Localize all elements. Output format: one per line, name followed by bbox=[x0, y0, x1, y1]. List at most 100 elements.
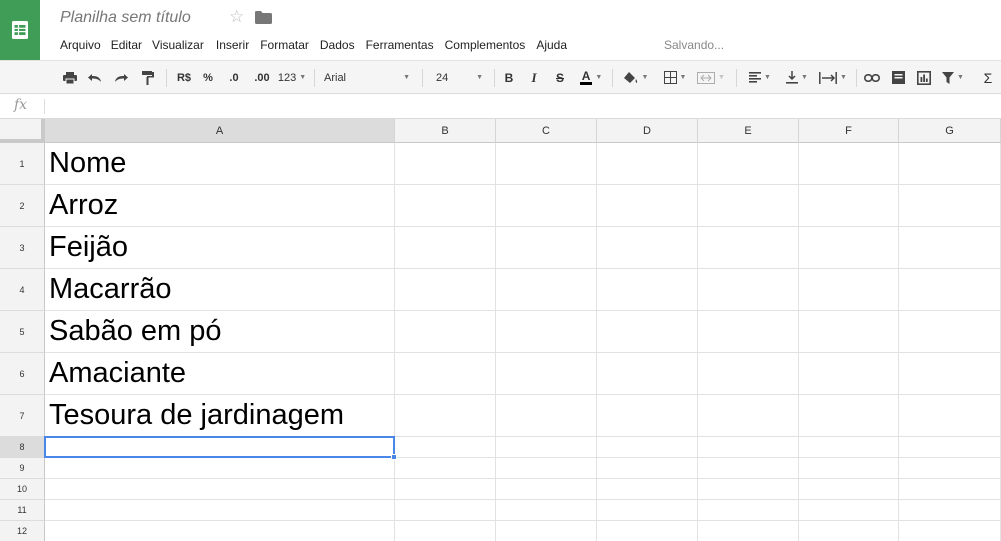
cell-b10[interactable] bbox=[395, 479, 496, 500]
print-icon[interactable] bbox=[60, 61, 80, 94]
cell-a4[interactable]: Macarrão bbox=[45, 269, 395, 311]
cell-d4[interactable] bbox=[597, 269, 698, 311]
cell-g12[interactable] bbox=[899, 521, 1001, 541]
cell-b1[interactable] bbox=[395, 143, 496, 185]
cell-d7[interactable] bbox=[597, 395, 698, 437]
cell-a2[interactable]: Arroz bbox=[45, 185, 395, 227]
cell-f2[interactable] bbox=[799, 185, 899, 227]
borders-button[interactable]: ▼ bbox=[659, 61, 691, 94]
cell-a3[interactable]: Feijão bbox=[45, 227, 395, 269]
cell-a12[interactable] bbox=[45, 521, 395, 541]
column-header-f[interactable]: F bbox=[799, 119, 899, 143]
fill-handle[interactable] bbox=[391, 454, 397, 460]
cell-b9[interactable] bbox=[395, 458, 496, 479]
column-header-c[interactable]: C bbox=[496, 119, 597, 143]
cell-d9[interactable] bbox=[597, 458, 698, 479]
cell-d3[interactable] bbox=[597, 227, 698, 269]
cell-b2[interactable] bbox=[395, 185, 496, 227]
horizontal-align-button[interactable]: ▼ bbox=[743, 61, 777, 94]
cell-a10[interactable] bbox=[45, 479, 395, 500]
italic-button[interactable]: I bbox=[526, 61, 542, 94]
menu-complementos[interactable]: Complementos bbox=[445, 37, 526, 53]
row-header-6[interactable]: 6 bbox=[0, 353, 45, 395]
redo-icon[interactable] bbox=[111, 61, 131, 94]
text-color-button[interactable]: A ▼ bbox=[575, 61, 607, 94]
cell-e10[interactable] bbox=[698, 479, 799, 500]
increase-decimal-button[interactable]: .00 bbox=[250, 61, 274, 94]
row-header-4[interactable]: 4 bbox=[0, 269, 45, 311]
cell-c7[interactable] bbox=[496, 395, 597, 437]
cell-f9[interactable] bbox=[799, 458, 899, 479]
cell-g4[interactable] bbox=[899, 269, 1001, 311]
cell-b4[interactable] bbox=[395, 269, 496, 311]
row-header-2[interactable]: 2 bbox=[0, 185, 45, 227]
cell-f11[interactable] bbox=[799, 500, 899, 521]
cell-g1[interactable] bbox=[899, 143, 1001, 185]
cell-e1[interactable] bbox=[698, 143, 799, 185]
cell-g8[interactable] bbox=[899, 437, 1001, 458]
cell-f6[interactable] bbox=[799, 353, 899, 395]
cell-c2[interactable] bbox=[496, 185, 597, 227]
cell-b5[interactable] bbox=[395, 311, 496, 353]
document-title[interactable]: Planilha sem título bbox=[60, 9, 191, 27]
cell-b12[interactable] bbox=[395, 521, 496, 541]
cell-f8[interactable] bbox=[799, 437, 899, 458]
cell-c6[interactable] bbox=[496, 353, 597, 395]
cell-f4[interactable] bbox=[799, 269, 899, 311]
cell-a11[interactable] bbox=[45, 500, 395, 521]
row-header-9[interactable]: 9 bbox=[0, 458, 45, 479]
cell-c12[interactable] bbox=[496, 521, 597, 541]
cell-f10[interactable] bbox=[799, 479, 899, 500]
insert-comment-icon[interactable] bbox=[888, 61, 908, 94]
cell-b7[interactable] bbox=[395, 395, 496, 437]
cell-b11[interactable] bbox=[395, 500, 496, 521]
currency-format-button[interactable]: R$ bbox=[174, 61, 194, 94]
undo-icon[interactable] bbox=[85, 61, 105, 94]
cell-g3[interactable] bbox=[899, 227, 1001, 269]
percent-format-button[interactable]: % bbox=[200, 61, 216, 94]
cell-e5[interactable] bbox=[698, 311, 799, 353]
cell-c3[interactable] bbox=[496, 227, 597, 269]
cell-d10[interactable] bbox=[597, 479, 698, 500]
cell-a7[interactable]: Tesoura de jardinagem bbox=[45, 395, 395, 437]
cell-d12[interactable] bbox=[597, 521, 698, 541]
row-header-8[interactable]: 8 bbox=[0, 437, 45, 458]
text-wrapping-button[interactable]: ▼ bbox=[815, 61, 851, 94]
cell-b6[interactable] bbox=[395, 353, 496, 395]
cell-c1[interactable] bbox=[496, 143, 597, 185]
cell-g2[interactable] bbox=[899, 185, 1001, 227]
cell-f7[interactable] bbox=[799, 395, 899, 437]
cell-c8[interactable] bbox=[496, 437, 597, 458]
fill-color-button[interactable]: ▼ bbox=[620, 61, 652, 94]
cell-c11[interactable] bbox=[496, 500, 597, 521]
more-formats-dropdown[interactable]: 123 ▼ bbox=[276, 61, 308, 94]
cell-e12[interactable] bbox=[698, 521, 799, 541]
cell-c9[interactable] bbox=[496, 458, 597, 479]
star-icon[interactable]: ☆ bbox=[229, 8, 244, 25]
menu-arquivo[interactable]: Arquivo bbox=[60, 37, 101, 53]
column-header-d[interactable]: D bbox=[597, 119, 698, 143]
menu-editar[interactable]: Editar bbox=[111, 37, 142, 53]
functions-button[interactable]: Σ bbox=[978, 61, 998, 94]
cell-e7[interactable] bbox=[698, 395, 799, 437]
decrease-decimal-button[interactable]: .0 bbox=[223, 61, 245, 94]
cell-d1[interactable] bbox=[597, 143, 698, 185]
font-size-select[interactable]: 24 ▼ bbox=[436, 61, 488, 94]
cell-g9[interactable] bbox=[899, 458, 1001, 479]
cell-a5[interactable]: Sabão em pó bbox=[45, 311, 395, 353]
row-header-11[interactable]: 11 bbox=[0, 500, 45, 521]
cell-g6[interactable] bbox=[899, 353, 1001, 395]
cell-g7[interactable] bbox=[899, 395, 1001, 437]
column-header-b[interactable]: B bbox=[395, 119, 496, 143]
cell-e9[interactable] bbox=[698, 458, 799, 479]
row-header-1[interactable]: 1 bbox=[0, 143, 45, 185]
vertical-align-button[interactable]: ▼ bbox=[780, 61, 814, 94]
cell-d2[interactable] bbox=[597, 185, 698, 227]
paint-format-icon[interactable] bbox=[138, 61, 158, 94]
menu-ajuda[interactable]: Ajuda bbox=[536, 37, 567, 53]
row-header-12[interactable]: 12 bbox=[0, 521, 45, 541]
cell-d8[interactable] bbox=[597, 437, 698, 458]
row-header-7[interactable]: 7 bbox=[0, 395, 45, 437]
cell-d11[interactable] bbox=[597, 500, 698, 521]
cell-d5[interactable] bbox=[597, 311, 698, 353]
